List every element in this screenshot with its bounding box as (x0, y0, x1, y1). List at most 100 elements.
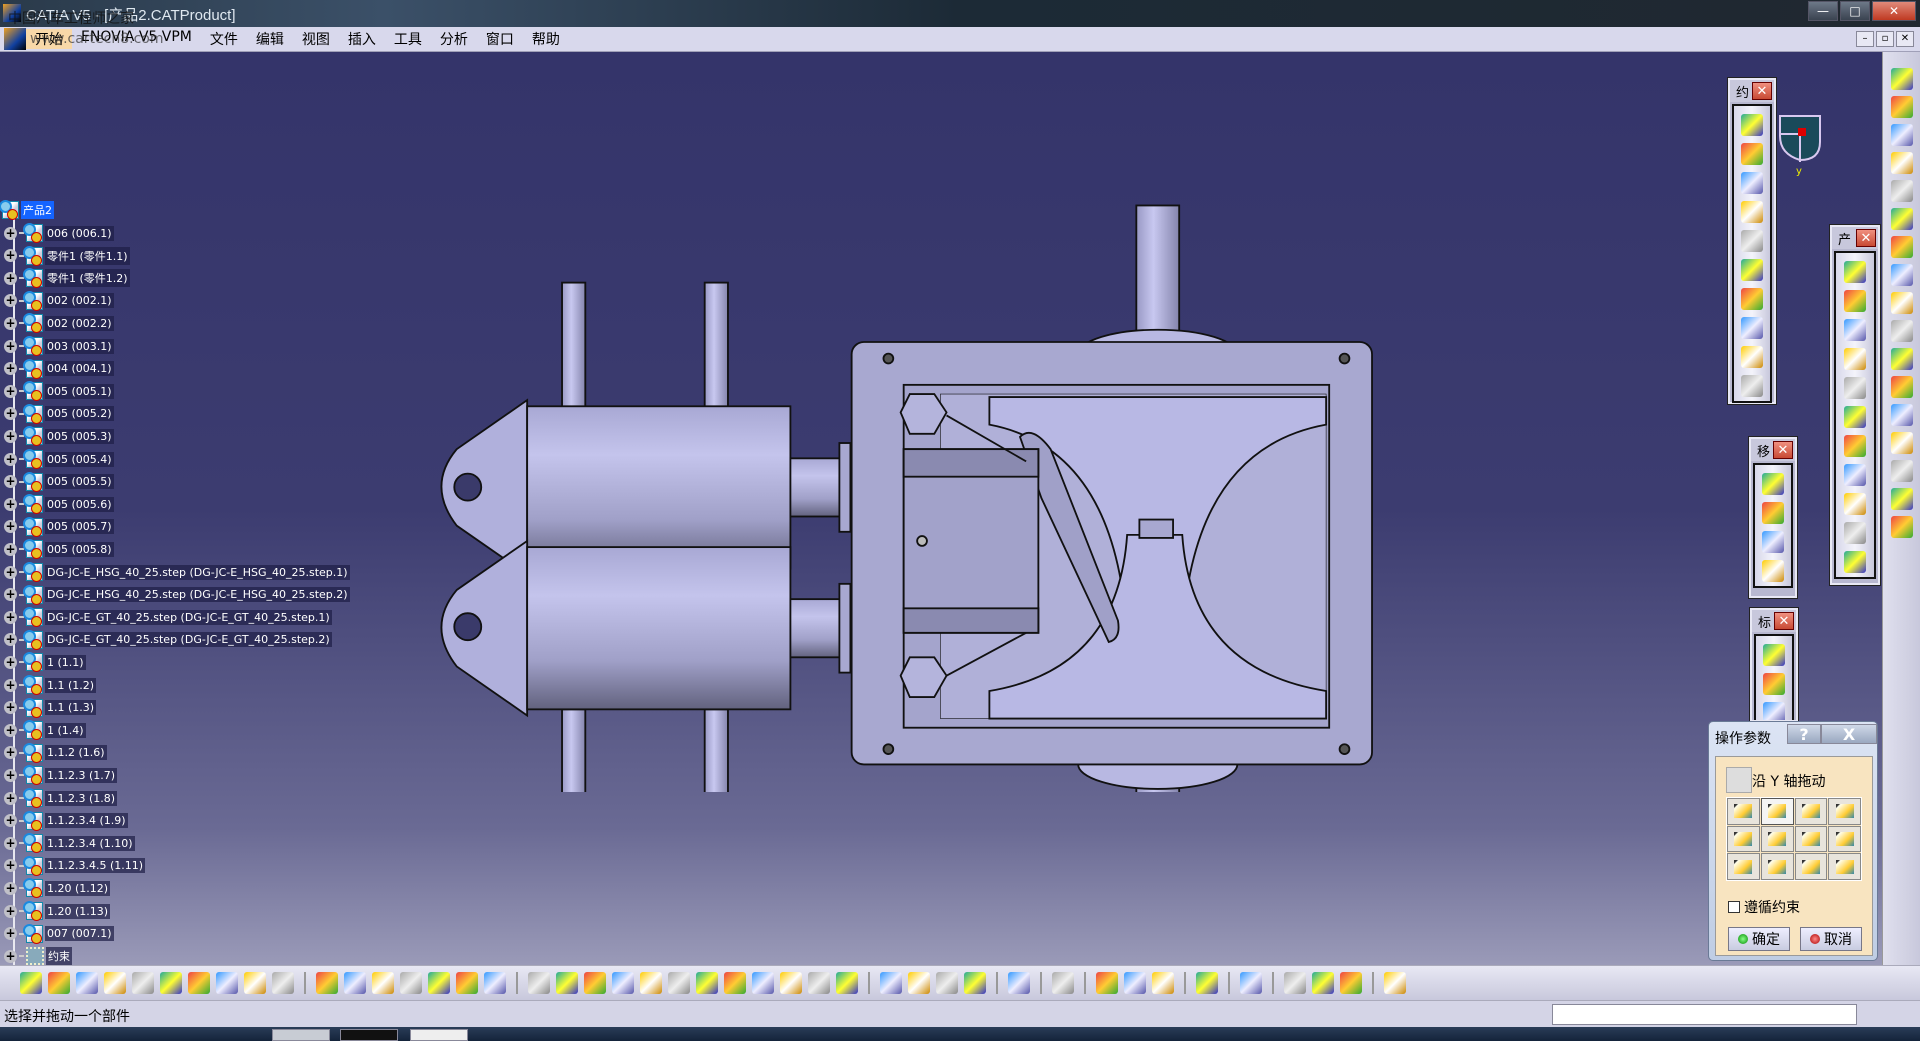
copy-icon[interactable] (160, 972, 182, 994)
3d-viewport[interactable]: 产品2 +006 (006.1) + 零件1 (零件1.1) + 零件1 (零件1.2) +… (0, 52, 1882, 987)
expand-icon[interactable]: + (4, 927, 17, 941)
bom-icon[interactable] (1890, 516, 1913, 538)
expand-icon[interactable]: + (4, 294, 17, 308)
doc-close-button[interactable]: ✕ (1896, 31, 1914, 47)
knowledge-icon[interactable] (1196, 972, 1218, 994)
scene-icon[interactable] (1052, 972, 1074, 994)
flag-note-icon[interactable] (1763, 702, 1785, 720)
save-icon[interactable] (76, 972, 98, 994)
minimize-button[interactable]: — (1808, 1, 1838, 21)
inertia2-icon[interactable] (1152, 972, 1174, 994)
command-input[interactable] (1552, 1004, 1857, 1025)
drag-z-button[interactable] (1794, 798, 1828, 825)
doc-restore-button[interactable]: ▫ (1876, 31, 1894, 47)
cut-icon[interactable] (132, 972, 154, 994)
expand-icon[interactable]: + (4, 768, 17, 782)
expand-icon[interactable]: + (4, 633, 17, 647)
expand-icon[interactable]: + (4, 475, 17, 489)
compass-widget[interactable]: y (1778, 114, 1822, 176)
tree-node[interactable]: +006 (006.1) (4, 223, 114, 243)
capture-icon[interactable] (1008, 972, 1030, 994)
tree-node[interactable]: +005 (005.6) (4, 494, 114, 515)
multi-view-icon[interactable] (724, 972, 746, 994)
drag-plane-button[interactable] (1828, 825, 1861, 853)
tree-node[interactable]: +002 (002.1) (4, 290, 114, 311)
select-mode-icon[interactable] (1890, 236, 1913, 258)
product-icon1[interactable] (1284, 972, 1306, 994)
replace-component-icon[interactable] (1844, 406, 1866, 428)
tree-node[interactable]: +007 (007.1) (4, 923, 114, 944)
drag-y-button[interactable] (1760, 798, 1794, 825)
new-icon[interactable] (20, 972, 42, 994)
tree-node[interactable]: +1.1.2.3.4 (1.10) (4, 833, 135, 854)
quick-constraint-icon[interactable] (1741, 288, 1763, 310)
menu-5[interactable]: 插入 (339, 29, 385, 49)
formula-icon[interactable] (316, 972, 338, 994)
help-button[interactable]: ? (1787, 724, 1821, 744)
close-toolbar-button[interactable]: ✕ (1774, 612, 1794, 630)
pan-icon[interactable] (584, 972, 606, 994)
selective-load-icon[interactable] (1844, 493, 1866, 515)
parameters-icon[interactable] (484, 972, 506, 994)
new-component-icon[interactable] (1844, 261, 1866, 283)
expand-icon[interactable]: + (4, 520, 17, 534)
tree-node[interactable]: +1.20 (1.13) (4, 901, 111, 921)
measure-icon[interactable] (1890, 432, 1913, 454)
tree-node[interactable]: +005 (005.8) (4, 539, 114, 560)
tree-node[interactable]: +005 (005.5) (4, 471, 114, 492)
fit-all-icon[interactable] (556, 972, 578, 994)
product-icon2[interactable] (1312, 972, 1334, 994)
comment-icon[interactable] (344, 972, 366, 994)
tool1-icon[interactable] (880, 972, 902, 994)
drag-xz-plane-button[interactable] (1794, 825, 1828, 853)
open-icon[interactable] (48, 972, 70, 994)
text-with-leader-icon[interactable] (1763, 673, 1785, 695)
measure-item-icon[interactable] (1890, 460, 1913, 482)
expand-icon[interactable]: + (4, 249, 17, 263)
measure-between-icon[interactable] (1096, 972, 1118, 994)
distance-icon[interactable] (1890, 404, 1913, 426)
tree-node[interactable]: +005 (005.7) (4, 516, 114, 537)
tree-node[interactable]: +1.20 (1.12) (4, 878, 111, 899)
tree-node[interactable]: +1.1.2.3.4.5 (1.11) (4, 855, 146, 876)
stop-on-clash-icon[interactable] (1762, 560, 1784, 582)
menu-4[interactable]: 视图 (293, 29, 339, 49)
reuse-pattern-icon[interactable] (1741, 375, 1763, 397)
generate-numbering-icon[interactable] (1844, 464, 1866, 486)
graph-tree-reorder-icon[interactable] (1844, 435, 1866, 457)
close-toolbar-button[interactable]: ✕ (1773, 441, 1793, 459)
multi-instantiation-icon[interactable] (1844, 551, 1866, 573)
zoom-out-icon[interactable] (668, 972, 690, 994)
sectioning-icon[interactable] (1890, 376, 1913, 398)
print-icon[interactable] (104, 972, 126, 994)
whats-this-icon[interactable] (272, 972, 294, 994)
weld-feature-icon[interactable] (1763, 644, 1785, 666)
drag-x-button[interactable] (1727, 798, 1760, 825)
tree-node[interactable]: + DG-JC-E_GT_40_25.step (DG-JC-E_GT_40_25… (4, 629, 332, 650)
rotate-x-button[interactable] (1727, 853, 1760, 880)
clash-icon[interactable] (1890, 348, 1913, 370)
angle-constraint-icon[interactable] (1741, 201, 1763, 223)
tree-node[interactable]: +1 (1.4) (4, 720, 86, 741)
tree-node[interactable]: + DG-JC-E_HSG_40_25.step (DG-JC-E_HSG_40_… (4, 584, 350, 605)
light-icon[interactable] (372, 972, 394, 994)
offset-constraint-icon[interactable] (1741, 172, 1763, 194)
expand-icon[interactable]: + (4, 497, 17, 511)
taskbar-button[interactable] (410, 1029, 468, 1041)
expand-icon[interactable]: + (4, 949, 17, 963)
close-toolbar-button[interactable]: ✕ (1856, 229, 1876, 247)
menu-8[interactable]: 窗口 (477, 29, 523, 49)
catalog-icon[interactable] (1890, 68, 1913, 90)
fly-mode-icon[interactable] (528, 972, 550, 994)
redo-icon[interactable] (244, 972, 266, 994)
coincidence-constraint-icon[interactable] (1741, 114, 1763, 136)
doc-minimize-button[interactable]: – (1856, 31, 1874, 47)
tree-node[interactable]: + 零件1 (零件1.1) (4, 245, 130, 266)
tree-node[interactable]: +1.1 (1.2) (4, 675, 97, 695)
tree-node[interactable]: +004 (004.1) (4, 358, 114, 379)
expand-icon[interactable]: + (4, 407, 17, 421)
update-all-icon[interactable] (1890, 292, 1913, 314)
drag-along-line-button[interactable] (1828, 798, 1861, 825)
expand-icon[interactable]: + (4, 384, 17, 398)
drag-yz-plane-button[interactable] (1760, 825, 1794, 853)
